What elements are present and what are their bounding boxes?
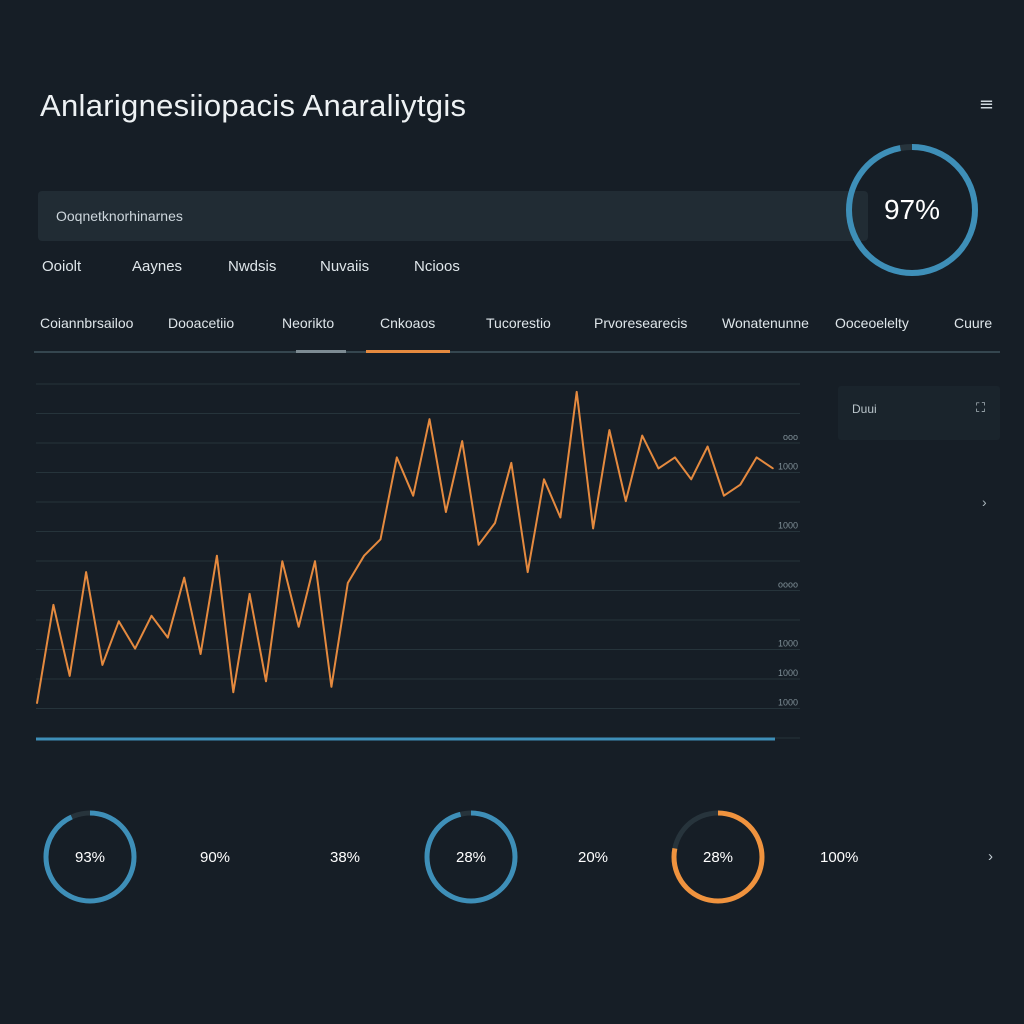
stat-gauge-value: 28% xyxy=(455,848,487,866)
y-tick-label: 1000 xyxy=(778,639,798,649)
data-point xyxy=(52,604,55,606)
data-point xyxy=(477,544,480,546)
data-point xyxy=(592,527,594,530)
y-tick-label: oooo xyxy=(778,580,798,590)
y-tick-label: 1000 xyxy=(778,462,798,472)
data-point xyxy=(265,680,267,683)
tab-hover-indicator xyxy=(296,350,346,353)
data-point xyxy=(657,467,660,470)
stat-value: 38% xyxy=(330,849,361,866)
data-point xyxy=(150,615,153,617)
data-point xyxy=(412,494,415,497)
data-point xyxy=(118,620,120,623)
data-point xyxy=(641,434,643,437)
tab-bar: Coiannbrsailoo Dooacetiio Neorikto Cnkoa… xyxy=(0,315,1024,335)
data-point xyxy=(68,675,71,677)
data-point xyxy=(526,571,529,573)
stat-value: 100% xyxy=(820,849,859,866)
tab-item-active[interactable]: Cnkoaos xyxy=(380,315,435,331)
chart-y-ticks: ooo 1000 1000 oooo 1000 1000 1000 xyxy=(778,432,798,708)
data-point xyxy=(739,483,742,486)
stat-value: 20% xyxy=(578,849,609,866)
y-tick-label: 1000 xyxy=(778,668,798,678)
chevron-right-icon[interactable]: › xyxy=(988,848,993,865)
tab-item[interactable]: Prvoresearecis xyxy=(594,315,687,331)
data-point xyxy=(101,664,104,666)
tab-item[interactable]: Dooacetiio xyxy=(168,315,234,331)
data-point xyxy=(690,478,692,481)
data-point xyxy=(428,418,431,420)
line-chart: ooo 1000 1000 oooo 1000 1000 1000 xyxy=(36,383,800,741)
data-point xyxy=(199,653,202,655)
chart-grid xyxy=(36,383,800,739)
data-point xyxy=(494,522,496,524)
chart-series xyxy=(36,390,774,704)
completion-gauge-value: 97% xyxy=(883,194,941,225)
data-point xyxy=(314,560,316,562)
data-point xyxy=(723,494,725,497)
data-point xyxy=(755,456,758,459)
y-tick-label: ooo xyxy=(783,432,798,442)
filter-item[interactable]: Aaynes xyxy=(132,258,182,275)
legend-label: Duui xyxy=(852,402,877,416)
tab-item[interactable]: Coiannbrsailoo xyxy=(40,315,133,331)
search-input-value: Ooqnetknorhinarnes xyxy=(56,208,183,224)
data-point xyxy=(347,582,349,584)
data-point xyxy=(674,456,676,459)
tab-item[interactable]: Wonatenunne xyxy=(722,315,809,331)
expand-icon[interactable]: ⛶ xyxy=(976,400,985,416)
data-point xyxy=(183,576,185,579)
data-point xyxy=(248,593,251,595)
tab-item[interactable]: Ooceoelelty xyxy=(835,315,909,331)
tab-item[interactable]: Tucorestio xyxy=(486,315,551,331)
data-point xyxy=(167,636,169,639)
data-point xyxy=(445,511,447,513)
data-point xyxy=(543,478,545,481)
filter-item[interactable]: Ncioos xyxy=(414,258,460,275)
y-tick-label: 1000 xyxy=(778,698,798,708)
filter-item[interactable]: Ooiolt xyxy=(42,258,81,275)
data-point xyxy=(297,625,300,628)
data-point xyxy=(625,500,627,502)
filter-item[interactable]: Nwdsis xyxy=(228,258,276,275)
data-point xyxy=(379,538,382,541)
data-point xyxy=(510,462,513,464)
stat-gauge-value: 93% xyxy=(74,848,106,866)
data-point xyxy=(281,560,284,562)
data-point xyxy=(36,702,38,704)
page-title: Anlarignesiiopacis Anaraliytgis xyxy=(40,88,467,123)
data-point xyxy=(134,647,136,650)
chevron-right-icon[interactable]: › xyxy=(982,494,987,510)
data-point xyxy=(216,554,218,557)
search-input[interactable]: Ooqnetknorhinarnes xyxy=(38,191,868,241)
data-point xyxy=(608,429,611,431)
data-point xyxy=(232,691,235,693)
data-point xyxy=(396,456,398,459)
y-tick-label: 1000 xyxy=(778,521,798,531)
data-point xyxy=(706,445,709,448)
data-point xyxy=(772,467,774,470)
data-point xyxy=(559,516,562,519)
tab-item[interactable]: Neorikto xyxy=(282,315,334,331)
series-line xyxy=(36,390,774,704)
data-point xyxy=(461,440,464,442)
menu-icon[interactable]: ≡ xyxy=(979,94,994,115)
stat-gauge-value: 28% xyxy=(702,848,734,866)
tab-item[interactable]: Cuure xyxy=(954,315,992,331)
filter-item[interactable]: Nuvaiis xyxy=(320,258,369,275)
active-tab-indicator xyxy=(366,350,450,353)
data-point xyxy=(575,391,578,393)
data-point xyxy=(85,571,87,573)
stat-value: 90% xyxy=(200,849,231,866)
data-point xyxy=(363,554,365,557)
tab-divider xyxy=(34,351,1000,353)
data-point xyxy=(330,686,333,688)
